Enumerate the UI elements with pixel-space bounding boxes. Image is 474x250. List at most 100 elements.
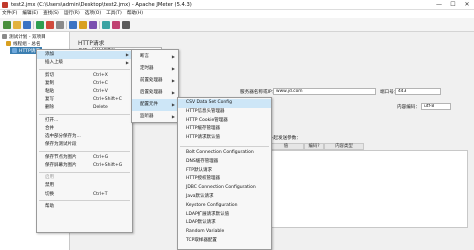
- config-submenu-item-7[interactable]: DNS缓存管理器: [178, 158, 271, 167]
- config-submenu-item-2[interactable]: HTTP Cookie管理器: [178, 117, 271, 126]
- minimize-button[interactable]: —: [432, 0, 446, 10]
- server-field[interactable]: www.jd.com: [273, 88, 376, 95]
- add-submenu-item-5[interactable]: 监听器 ▶: [132, 111, 178, 123]
- toolbar-icon-1[interactable]: [3, 21, 11, 29]
- add-submenu-item-4[interactable]: 配置元件 ▶: [132, 99, 178, 111]
- menu-item-label: 启用: [45, 175, 54, 181]
- tree-item-thread-group[interactable]: 线程组 - 总名: [6, 40, 41, 47]
- context-menu-item-17[interactable]: 启用: [37, 174, 132, 182]
- context-menu-item-9[interactable]: 打开...: [37, 117, 132, 125]
- context-menu-item-18[interactable]: 禁用: [37, 182, 132, 190]
- context-menu-item-4[interactable]: 复制 Ctrl+C: [37, 80, 132, 88]
- toolbar-separator: [66, 21, 67, 29]
- menu-item-label: 切换: [45, 191, 54, 197]
- menu-item-label: LDAP默认请求: [186, 220, 216, 226]
- parameters-table[interactable]: [268, 150, 468, 228]
- toolbar: [0, 18, 474, 32]
- menu-options[interactable]: 选项(O): [85, 10, 101, 18]
- config-submenu-item-15[interactable]: Random Variable: [178, 228, 271, 237]
- menu-item-label: HTTP请求默认值: [186, 135, 221, 141]
- add-submenu-item-3[interactable]: 后置处理器 ▶: [132, 87, 178, 99]
- tree-item-test-plan[interactable]: 测试计划 - 双项目: [2, 33, 46, 40]
- menu-item-label: DNS缓存管理器: [186, 158, 219, 164]
- config-submenu-item-1[interactable]: HTTP信息头管理器: [178, 108, 271, 117]
- submenu-arrow-icon: ▶: [125, 52, 129, 57]
- menu-item-label: 禁用: [45, 183, 54, 189]
- context-menu-item-6[interactable]: 复写 Ctrl+Shift+C: [37, 96, 132, 104]
- context-menu-item-1[interactable]: 插入上级 ▶: [37, 59, 132, 67]
- config-submenu-item-11[interactable]: Java默认请求: [178, 193, 271, 202]
- menu-item-label: Java默认请求: [186, 194, 214, 199]
- jmeter-app-icon: [2, 2, 8, 8]
- menu-item-label: Keystore Configuration: [186, 202, 238, 208]
- close-button[interactable]: ✕: [460, 0, 474, 10]
- context-menu-item-19[interactable]: 切换 Ctrl+T: [37, 191, 132, 199]
- menu-item-label: 断言: [140, 54, 149, 59]
- tree-item-label: 线程组 - 总名: [13, 41, 41, 47]
- menu-bar: 文件(F) 编辑(E) 查找(S) 运行(R) 选项(O) 工具(T) 帮助(H…: [0, 10, 474, 18]
- context-menu-item-11[interactable]: 选中部分保存为...: [37, 133, 132, 141]
- context-menu: 添加 ▶ 插入上级 ▶ 剪切 Ctrl+X 复制 Ctrl+C 粘贴 Ctrl+V 复写 Ctrl+S…: [36, 49, 133, 233]
- context-menu-item-10[interactable]: 合并: [37, 125, 132, 133]
- toolbar-icon-9[interactable]: [89, 21, 97, 29]
- encoding-label: 内容编码：: [397, 105, 420, 110]
- toolbar-separator: [33, 21, 34, 29]
- menu-tools[interactable]: 工具(T): [106, 10, 122, 18]
- title-bar: test2.jmx (C:\Users\admin\Desktop\test2.…: [0, 0, 474, 10]
- toolbar-icon-3[interactable]: [23, 21, 31, 29]
- context-menu-item-3[interactable]: 剪切 Ctrl+X: [37, 72, 132, 80]
- context-menu-item-14[interactable]: 保存节点为图片 Ctrl+G: [37, 154, 132, 162]
- config-submenu-item-12[interactable]: Keystore Configuration: [178, 202, 271, 211]
- context-menu-item-0[interactable]: 添加 ▶: [37, 51, 132, 60]
- config-submenu-item-8[interactable]: FTP默认请求: [178, 167, 271, 176]
- scrollbar[interactable]: [440, 232, 474, 250]
- config-submenu-item-4[interactable]: HTTP请求默认值: [178, 134, 271, 143]
- menu-item-shortcut: Ctrl+T: [93, 191, 108, 197]
- toolbar-icon-5[interactable]: [46, 21, 54, 29]
- config-submenu-item-13[interactable]: LDAP扩展请求默认值: [178, 211, 271, 220]
- context-menu-item-5[interactable]: 粘贴 Ctrl+V: [37, 88, 132, 96]
- menu-item-label: 前置处理器: [140, 78, 163, 83]
- add-submenu-item-1[interactable]: 定时器 ▶: [132, 63, 178, 75]
- add-submenu-item-2[interactable]: 前置处理器 ▶: [132, 75, 178, 87]
- config-submenu-item-16[interactable]: TCP取样器配置: [178, 237, 271, 246]
- toolbar-icon-11[interactable]: [112, 21, 120, 29]
- toolbar-icon-2[interactable]: [13, 21, 21, 29]
- toolbar-icon-7[interactable]: [69, 21, 77, 29]
- toolbar-icon-10[interactable]: [102, 21, 110, 29]
- context-menu-item-7[interactable]: 删除 Delete: [37, 104, 132, 112]
- menu-item-label: 定时器: [140, 66, 154, 71]
- config-submenu-item-10[interactable]: JDBC Connection Configuration: [178, 184, 271, 193]
- maximize-button[interactable]: ☐: [446, 0, 460, 10]
- menu-item-shortcut: Ctrl+Shift+G: [93, 162, 123, 168]
- encoding-field[interactable]: utf-8: [421, 103, 451, 110]
- menu-run[interactable]: 运行(R): [64, 10, 80, 18]
- port-field[interactable]: 443: [395, 88, 441, 95]
- menu-edit[interactable]: 编辑(E): [22, 10, 38, 18]
- menu-file[interactable]: 文件(F): [2, 10, 17, 18]
- toolbar-icon-6[interactable]: [56, 21, 64, 29]
- menu-separator: [39, 68, 130, 70]
- context-menu-item-15[interactable]: 保存屏幕为图片 Ctrl+Shift+G: [37, 162, 132, 170]
- context-menu-item-21[interactable]: 帮助: [37, 203, 132, 211]
- menu-item-label: 复写: [45, 97, 54, 102]
- menu-separator: [39, 171, 130, 173]
- menu-item-label: HTTP缓存管理器: [186, 126, 221, 132]
- config-submenu-item-14[interactable]: LDAP默认请求: [178, 219, 271, 228]
- config-submenu-item-0[interactable]: CSV Data Set Config: [178, 99, 271, 108]
- submenu-arrow-icon: ▶: [171, 102, 175, 107]
- toolbar-icon-12[interactable]: [122, 21, 130, 29]
- sampler-icon: [12, 48, 17, 53]
- menu-item-label: 插入上级: [45, 60, 63, 66]
- menu-item-label: 后置处理器: [140, 90, 163, 95]
- toolbar-icon-4[interactable]: [36, 21, 44, 29]
- context-menu-item-12[interactable]: 保存为测试片段: [37, 141, 132, 149]
- toolbar-icon-8[interactable]: [79, 21, 87, 29]
- menu-search[interactable]: 查找(S): [43, 10, 59, 18]
- add-submenu-item-0[interactable]: 断言 ▶: [132, 51, 178, 63]
- config-submenu-item-6[interactable]: Bolt Connection Configuration: [178, 149, 271, 158]
- menu-help[interactable]: 帮助(H): [127, 10, 143, 18]
- config-submenu-item-3[interactable]: HTTP缓存管理器: [178, 125, 271, 134]
- menu-item-shortcut: Ctrl+Shift+C: [93, 97, 122, 102]
- config-submenu-item-9[interactable]: HTTP授权管理器: [178, 175, 271, 184]
